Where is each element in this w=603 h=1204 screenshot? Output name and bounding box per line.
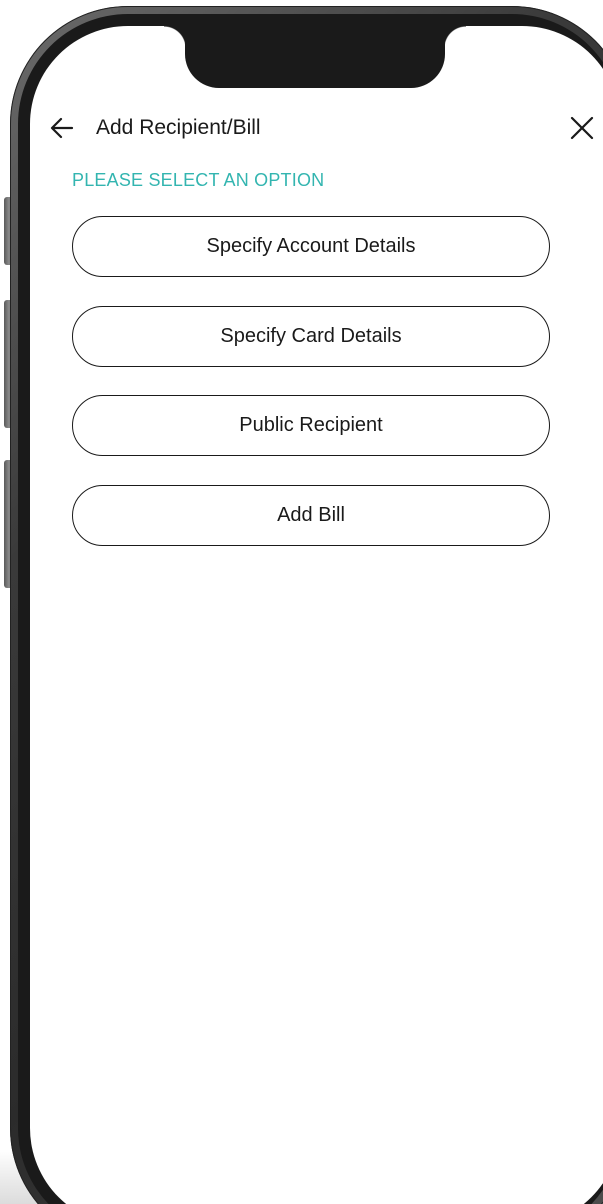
specify-account-details-button[interactable]: Specify Account Details — [72, 216, 550, 277]
device-frame: Add Recipient/Bill PLEASE SELECT AN OPTI… — [10, 6, 603, 1204]
app-header: Add Recipient/Bill — [30, 108, 603, 152]
section-label: PLEASE SELECT AN OPTION — [72, 170, 325, 190]
add-bill-button[interactable]: Add Bill — [72, 484, 550, 546]
specify-card-details-button[interactable]: Specify Card Details — [72, 305, 550, 367]
page-title: Add Recipient/Bill — [96, 116, 261, 139]
notch — [164, 26, 466, 88]
option-list: Specify Account Details Specify Card Det… — [72, 216, 550, 574]
phone-screen: Add Recipient/Bill PLEASE SELECT AN OPTI… — [30, 26, 603, 1204]
stage: Add Recipient/Bill PLEASE SELECT AN OPTI… — [0, 0, 603, 1204]
close-icon[interactable] — [568, 114, 596, 142]
arrow-left-icon[interactable] — [48, 114, 76, 142]
public-recipient-button[interactable]: Public Recipient — [72, 395, 550, 456]
